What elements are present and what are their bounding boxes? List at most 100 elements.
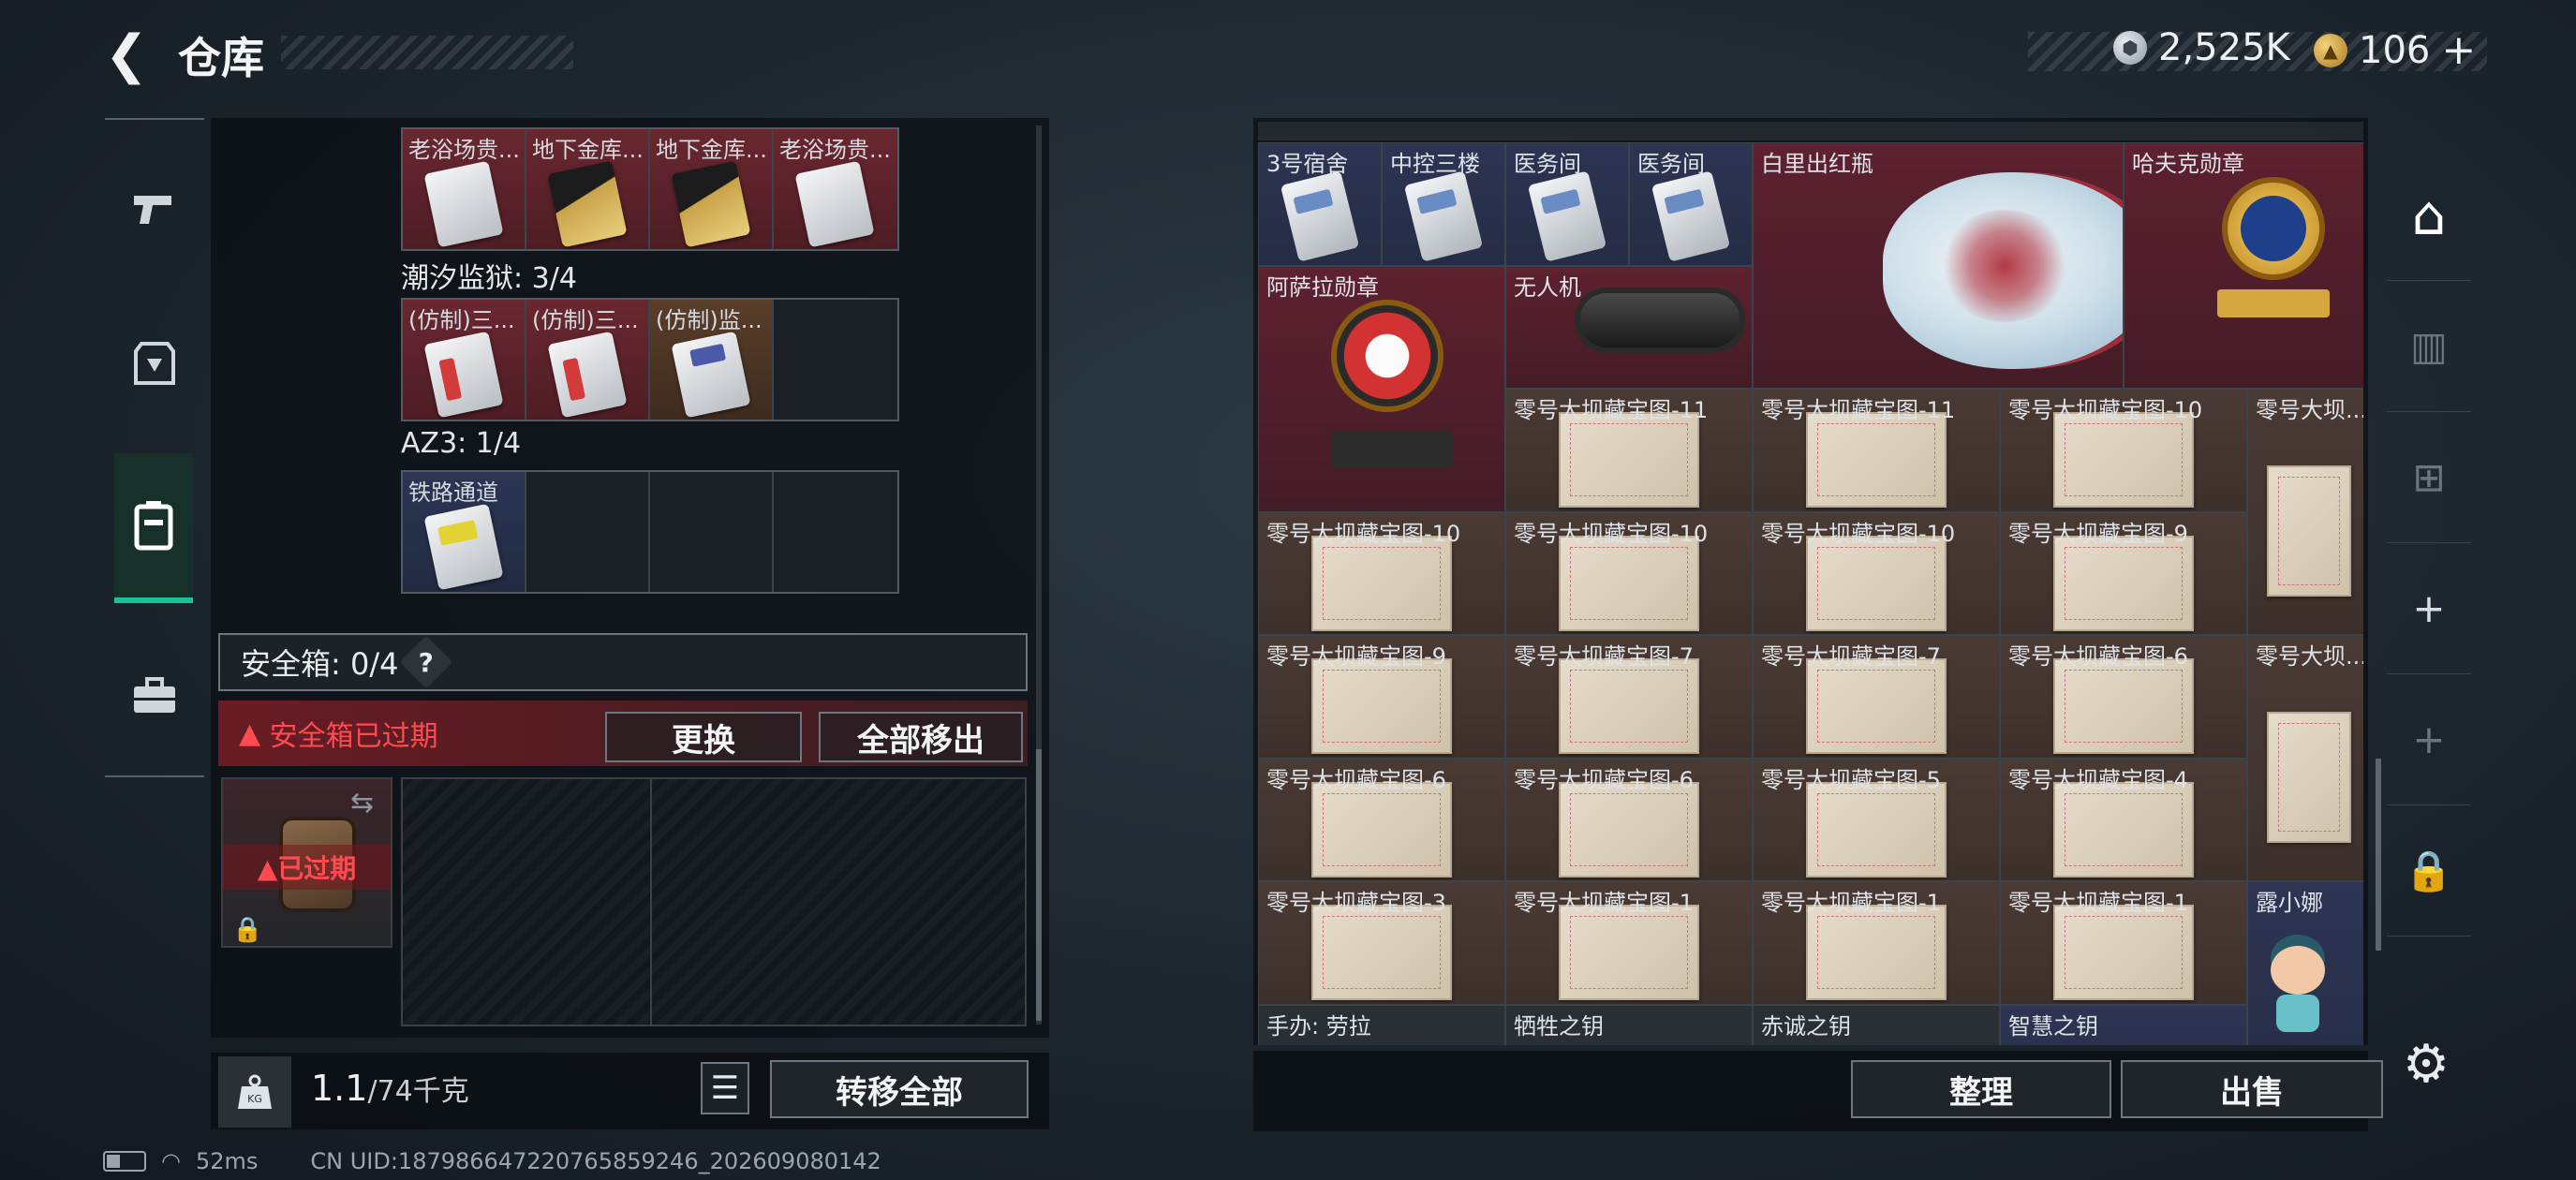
warehouse-item[interactable]: 零号大坝藏宝图-11	[1505, 389, 1753, 512]
replace-button[interactable]: 更换	[605, 712, 802, 762]
tidy-button[interactable]: 整理	[1851, 1060, 2111, 1118]
add-container-icon[interactable]: ⊞	[2387, 412, 2471, 543]
warehouse-item[interactable]: 零号大坝藏宝图-11	[1753, 389, 2000, 512]
title-decoration	[281, 36, 573, 69]
sell-button[interactable]: 出售	[2121, 1060, 2383, 1118]
gun-icon[interactable]	[105, 120, 204, 298]
keycard-slot[interactable]: 老浴场贵...	[403, 129, 526, 249]
warehouse-item[interactable]: 零号大坝...	[2247, 635, 2363, 881]
warehouse-item[interactable]: 零号大坝藏宝图-10	[2000, 389, 2247, 512]
keycard-slot[interactable]: (仿制)三...	[403, 300, 526, 420]
item-name: 露小娜	[2256, 890, 2323, 916]
item-name: 医务间	[1637, 151, 1705, 177]
keycard-icon	[547, 331, 628, 419]
backpack-tab[interactable]	[114, 453, 193, 603]
warehouse-item[interactable]: 零号大坝藏宝图-6	[1258, 758, 1505, 881]
keycard-name: (仿制)三...	[408, 307, 515, 333]
keycard-icon	[547, 160, 628, 248]
right-scrollbar-thumb[interactable]	[2376, 759, 2381, 951]
list-view-button[interactable]: ☰	[701, 1062, 749, 1114]
keycard-icon	[671, 160, 751, 248]
keycard-slot[interactable]: (仿制)三...	[526, 300, 650, 420]
warehouse-item[interactable]: 零号大坝藏宝图-4	[2000, 758, 2247, 881]
warehouse-item[interactable]: 零号大坝藏宝图-6	[1505, 758, 1753, 881]
item-name: 零号大坝藏宝图-9	[2008, 520, 2188, 547]
warehouse-item[interactable]: 手办: 劳拉	[1258, 1004, 1505, 1045]
treasure-map-icon	[2267, 465, 2351, 597]
svg-text:KG: KG	[247, 1093, 262, 1105]
treasure-map-icon	[1559, 781, 1699, 878]
gold-plus-button[interactable]: +	[2441, 26, 2476, 74]
warehouse-item[interactable]: 零号大坝藏宝图-5	[1753, 758, 2000, 881]
plus-icon[interactable]: +	[2387, 674, 2471, 805]
case-expired-label: ▲已过期	[223, 845, 391, 890]
gold-currency[interactable]: ▲ 106 +	[2314, 26, 2476, 74]
help-icon[interactable]: ?	[400, 635, 453, 689]
warehouse-item[interactable]: 医务间	[1629, 142, 1753, 266]
warehouse-item[interactable]: 零号大坝藏宝图-1	[1505, 881, 1753, 1005]
storage-icon[interactable]: ⌂	[2387, 150, 2471, 281]
warehouse-item[interactable]: 哈夫克勋章	[2124, 142, 2363, 389]
gear-icon[interactable]: ⚙	[2398, 1034, 2454, 1095]
armor-icon[interactable]	[105, 298, 204, 429]
safebox-storage-grid[interactable]	[401, 777, 1027, 1026]
toolbox-icon[interactable]	[105, 644, 204, 747]
item-name: 智慧之钥	[2008, 1012, 2098, 1040]
container-icon[interactable]: ▥	[2387, 281, 2471, 412]
warehouse-item[interactable]: 阿萨拉勋章	[1258, 265, 1505, 512]
warehouse-item[interactable]: 无人机	[1505, 265, 1753, 389]
safebox-slot[interactable]: ⇆ ▲已过期 🔒	[221, 777, 392, 948]
warehouse-item[interactable]: 牺牲之钥	[1505, 1004, 1753, 1045]
left-scrollbar-thumb[interactable]	[1036, 749, 1042, 1021]
keycard-slot[interactable]: 铁路通道	[403, 472, 526, 592]
item-name: 牺牲之钥	[1514, 1012, 1604, 1040]
plus-icon[interactable]: +	[2387, 543, 2471, 674]
swap-icon[interactable]: ⇆	[350, 787, 374, 819]
silver-amount: 2,525K	[2158, 26, 2290, 69]
warehouse-item[interactable]: 零号大坝藏宝图-6	[2000, 635, 2247, 759]
warehouse-item[interactable]: 零号大坝藏宝图-3	[1258, 881, 1505, 1005]
treasure-map-icon	[1311, 535, 1452, 631]
keycard-slot[interactable]: 老浴场贵...	[774, 129, 897, 249]
keycard-name: 老浴场贵...	[408, 137, 520, 163]
remove-all-button[interactable]: 全部移出	[819, 712, 1023, 762]
empty-slot[interactable]	[650, 472, 774, 592]
keycard-icon	[671, 331, 751, 419]
keycard-slot[interactable]: 地下金库...	[526, 129, 650, 249]
empty-slot[interactable]	[526, 472, 650, 592]
warehouse-item[interactable]: 3号宿舍	[1258, 142, 1382, 266]
warehouse-item[interactable]: 中控三楼	[1382, 142, 1505, 266]
warehouse-item[interactable]: 零号大坝...	[2247, 389, 2363, 635]
keycard-group-2: (仿制)三... (仿制)三... (仿制)监...	[401, 298, 899, 421]
warehouse-item[interactable]: 白里出红瓶	[1753, 142, 2124, 389]
empty-slot[interactable]	[774, 300, 897, 420]
warehouse-item[interactable]: 智慧之钥	[2000, 1004, 2247, 1045]
warehouse-item[interactable]: 零号大坝藏宝图-1	[1753, 881, 2000, 1005]
item-name: 零号大坝藏宝图-1	[1514, 890, 1694, 916]
grid-divider	[650, 779, 652, 1025]
treasure-map-icon	[2053, 658, 2194, 755]
lock-icon[interactable]: 🔒	[2387, 805, 2471, 937]
transfer-all-button[interactable]: 转移全部	[770, 1060, 1029, 1118]
warehouse-item[interactable]: 零号大坝藏宝图-1	[2000, 881, 2247, 1005]
keycard-name: 老浴场贵...	[779, 137, 891, 163]
warehouse-item[interactable]: 零号大坝藏宝图-10	[1505, 511, 1753, 635]
warehouse-item[interactable]: 医务间	[1505, 142, 1629, 266]
lock-icon: 🔒	[232, 916, 263, 944]
warehouse-item[interactable]: 零号大坝藏宝图-9	[2000, 511, 2247, 635]
warehouse-item[interactable]: 零号大坝藏宝图-9	[1258, 635, 1505, 759]
keycard-slot[interactable]: 地下金库...	[650, 129, 774, 249]
warehouse-item[interactable]: 零号大坝藏宝图-7	[1505, 635, 1753, 759]
back-arrow-icon[interactable]: ❮	[103, 24, 150, 85]
warehouse-item[interactable]: 露小娜	[2247, 881, 2363, 1045]
keycard-slot[interactable]: (仿制)监...	[650, 300, 774, 420]
silver-currency: ⬢ 2,525K	[2113, 26, 2290, 69]
warehouse-item[interactable]: 零号大坝藏宝图-7	[1753, 635, 2000, 759]
warehouse-item[interactable]: 零号大坝藏宝图-10	[1753, 511, 2000, 635]
weight-capacity: /74千克	[367, 1075, 469, 1108]
item-name: 手办: 劳拉	[1266, 1012, 1371, 1040]
warehouse-item[interactable]: 零号大坝藏宝图-10	[1258, 511, 1505, 635]
empty-slot[interactable]	[774, 472, 897, 592]
silver-coin-icon: ⬢	[2113, 31, 2147, 65]
warehouse-item[interactable]: 赤诚之钥	[1753, 1004, 2000, 1045]
